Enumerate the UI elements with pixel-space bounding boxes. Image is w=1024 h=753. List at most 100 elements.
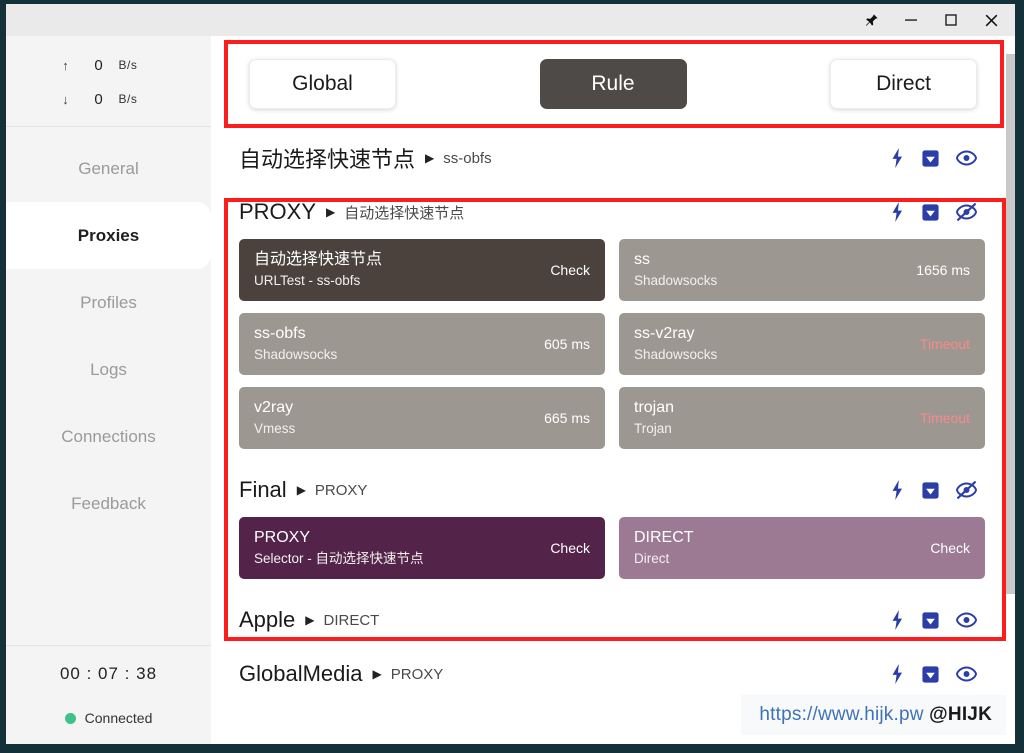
mode-button-label: Direct (876, 72, 931, 96)
sidebar-item-feedback[interactable]: Feedback (6, 470, 211, 537)
proxy-group: PROXY▶自动选择快速节点自动选择快速节点URLTest - ss-obfsC… (211, 185, 1015, 463)
main-panel: GlobalRuleDirect 自动选择快速节点▶ss-obfsPROXY▶自… (211, 36, 1015, 744)
eye-icon[interactable] (956, 612, 977, 628)
upload-arrow-icon: ↑ (53, 58, 79, 73)
sidebar-item-connections[interactable]: Connections (6, 403, 211, 470)
proxy-node-type: Shadowsocks (634, 272, 906, 290)
proxy-node-check-label[interactable]: Check (550, 540, 590, 556)
proxy-group: 自动选择快速节点▶ss-obfs (211, 131, 1015, 185)
proxy-node-check-label[interactable]: Check (550, 262, 590, 278)
proxy-node-name: ss-obfs (254, 324, 534, 344)
download-speed-row: ↓ 0 B/s (6, 82, 211, 116)
proxy-node-card[interactable]: v2rayVmess 665 ms (239, 387, 605, 449)
proxy-group-current: PROXY (315, 482, 368, 499)
download-box-icon[interactable] (921, 481, 940, 500)
sidebar-item-proxies[interactable]: Proxies (6, 202, 211, 269)
lightning-icon[interactable] (890, 148, 905, 168)
proxy-group-current: 自动选择快速节点 (344, 202, 464, 223)
proxy-node-card[interactable]: ss-v2ray Shadowsocks Timeout (619, 313, 985, 375)
proxy-node-type: Vmess (254, 420, 534, 438)
lightning-icon[interactable] (890, 202, 905, 222)
proxy-group-header[interactable]: 自动选择快速节点▶ss-obfs (239, 131, 985, 185)
proxy-node-latency: 605 ms (544, 336, 590, 352)
pin-button[interactable] (851, 5, 891, 35)
sidebar-item-label: Proxies (78, 226, 139, 246)
proxy-group-current: PROXY (391, 666, 444, 683)
download-speed-value: 0 (79, 91, 119, 108)
proxy-group-header[interactable]: GlobalMedia▶PROXY (239, 647, 985, 701)
mode-button-label: Rule (591, 72, 634, 96)
proxy-node-type: URLTest - ss-obfs (254, 272, 540, 290)
proxy-node-name: ss (634, 250, 906, 270)
proxy-node-card[interactable]: trojan Trojan Timeout (619, 387, 985, 449)
proxy-node-type: Shadowsocks (634, 346, 910, 364)
caret-right-icon: ▶ (326, 206, 335, 218)
scrollbar-thumb[interactable] (1006, 54, 1015, 594)
proxy-node-latency: 665 ms (544, 410, 590, 426)
speed-meters: ↑ 0 B/s ↓ 0 B/s (6, 36, 211, 127)
eye-off-icon[interactable] (956, 203, 977, 221)
connection-status-label: Connected (85, 710, 153, 726)
proxy-node-type: Shadowsocks (254, 346, 534, 364)
proxy-group-actions (890, 664, 985, 684)
minimize-button[interactable] (891, 5, 931, 35)
eye-icon[interactable] (956, 150, 977, 166)
caret-right-icon: ▶ (373, 668, 382, 680)
proxy-node-texts: ss Shadowsocks (634, 250, 906, 290)
mode-button-rule[interactable]: Rule (540, 59, 687, 109)
mode-switch-bar: Global Rule Direct (211, 36, 1015, 131)
proxy-group-header[interactable]: PROXY▶自动选择快速节点 (239, 185, 985, 239)
proxy-node-card[interactable]: ssShadowsocks1656 ms (619, 239, 985, 301)
proxy-node-name: 自动选择快速节点 (254, 250, 540, 270)
proxy-node-check-label[interactable]: Check (930, 540, 970, 556)
proxy-groups: 自动选择快速节点▶ss-obfsPROXY▶自动选择快速节点自动选择快速节点UR… (211, 131, 1015, 701)
close-button[interactable] (971, 5, 1011, 35)
proxy-node-texts: ss-obfs Shadowsocks (254, 324, 534, 364)
sidebar-footer: 00 : 07 : 38 Connected (6, 645, 211, 744)
lightning-icon[interactable] (890, 664, 905, 684)
proxy-group-actions (890, 480, 985, 500)
download-box-icon[interactable] (921, 149, 940, 168)
proxy-node-latency: Timeout (920, 410, 970, 426)
proxy-group-header[interactable]: Final▶PROXY (239, 463, 985, 517)
proxy-group-actions (890, 202, 985, 222)
proxy-node-card[interactable]: PROXY Selector - 自动选择快速节点 Check (239, 517, 605, 579)
proxy-node-name: trojan (634, 398, 910, 418)
proxy-group-header[interactable]: Apple▶DIRECT (239, 593, 985, 647)
mode-button-label: Global (292, 72, 353, 96)
lightning-icon[interactable] (890, 480, 905, 500)
eye-off-icon[interactable] (956, 481, 977, 499)
eye-icon[interactable] (956, 666, 977, 682)
sidebar-item-general[interactable]: General (6, 135, 211, 202)
status-dot-icon (65, 713, 76, 724)
proxy-node-card[interactable]: DIRECTDirectCheck (619, 517, 985, 579)
proxy-group: Final▶PROXYPROXYSelector - 自动选择快速节点Check… (211, 463, 1015, 593)
proxy-node-card[interactable]: ss-obfs Shadowsocks 605 ms (239, 313, 605, 375)
mode-button-direct[interactable]: Direct (830, 59, 977, 109)
maximize-button[interactable] (931, 5, 971, 35)
sidebar-item-logs[interactable]: Logs (6, 336, 211, 403)
lightning-icon[interactable] (890, 610, 905, 630)
proxy-node-texts: v2rayVmess (254, 398, 534, 438)
connection-status: Connected (65, 710, 153, 726)
title-bar (6, 4, 1015, 36)
proxy-node-name: ss-v2ray (634, 324, 910, 344)
proxy-node-card[interactable]: 自动选择快速节点 URLTest - ss-obfs Check (239, 239, 605, 301)
vertical-scrollbar[interactable] (1004, 36, 1015, 744)
proxy-node-texts: PROXY Selector - 自动选择快速节点 (254, 528, 540, 568)
sidebar-nav: General Proxies ProfilesLogsConnectionsFee… (6, 127, 211, 645)
proxy-node-type: Trojan (634, 420, 910, 438)
sidebar-item-profiles[interactable]: Profiles (6, 269, 211, 336)
connection-timer: 00 : 07 : 38 (60, 664, 157, 684)
proxy-node-texts: trojan Trojan (634, 398, 910, 438)
mode-button-global[interactable]: Global (249, 59, 396, 109)
proxy-node-type: Selector - 自动选择快速节点 (254, 550, 540, 568)
watermark-url: https://www.hijk.pw (759, 704, 923, 725)
caret-right-icon: ▶ (425, 152, 434, 164)
download-box-icon[interactable] (921, 665, 940, 684)
download-box-icon[interactable] (921, 203, 940, 222)
proxy-node-latency: Timeout (920, 336, 970, 352)
proxy-node-name: PROXY (254, 528, 540, 548)
proxy-group-actions (890, 610, 985, 630)
download-box-icon[interactable] (921, 611, 940, 630)
